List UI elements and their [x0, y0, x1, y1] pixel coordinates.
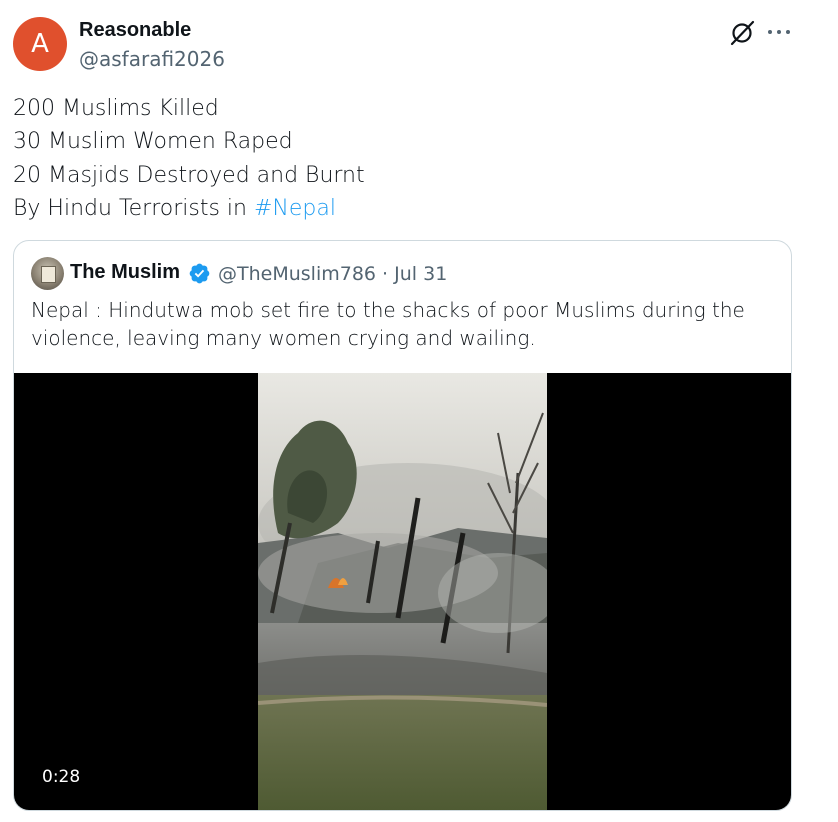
- quoted-tweet-card[interactable]: The Muslim @TheMuslim786 · Jul 31 Nepal …: [13, 240, 792, 811]
- author-avatar[interactable]: A: [13, 17, 67, 71]
- hashtag-link[interactable]: #Nepal: [254, 196, 336, 221]
- verified-badge-icon: [189, 263, 210, 284]
- video-duration-badge: 0:28: [28, 765, 95, 789]
- video-player[interactable]: 0:28: [14, 373, 791, 810]
- tweet-line: By Hindu Terrorists in #Nepal: [13, 192, 365, 225]
- quoted-meta: @TheMuslim786 · Jul 31: [218, 263, 447, 285]
- grok-icon[interactable]: [728, 19, 756, 47]
- meta-separator: ·: [376, 263, 395, 285]
- tweet-line: 20 Masjids Destroyed and Burnt: [13, 162, 365, 188]
- tweet[interactable]: A Reasonable @asfarafi2026 200 Muslims K…: [0, 0, 838, 822]
- tweet-line: 200 Muslims Killed: [13, 96, 219, 121]
- tweet-line: 30 Muslim Women Raped: [13, 129, 293, 155]
- tweet-line-prefix: By Hindu Terrorists in: [13, 195, 254, 221]
- author-handle[interactable]: @asfarafi2026: [79, 47, 225, 71]
- quoted-tweet-text: Nepal : Hindutwa mob set fire to the sha…: [31, 298, 745, 350]
- video-thumbnail: [258, 373, 547, 810]
- more-options-icon[interactable]: [766, 19, 792, 45]
- author-display-name[interactable]: Reasonable: [79, 19, 191, 42]
- tweet-text: 200 Muslims Killed 30 Muslim Women Raped…: [13, 92, 365, 225]
- quoted-author-display-name[interactable]: The Muslim: [70, 261, 180, 284]
- quoted-date[interactable]: Jul 31: [394, 263, 447, 285]
- quoted-author-handle[interactable]: @TheMuslim786: [218, 263, 376, 285]
- quoted-author-avatar[interactable]: [31, 257, 64, 290]
